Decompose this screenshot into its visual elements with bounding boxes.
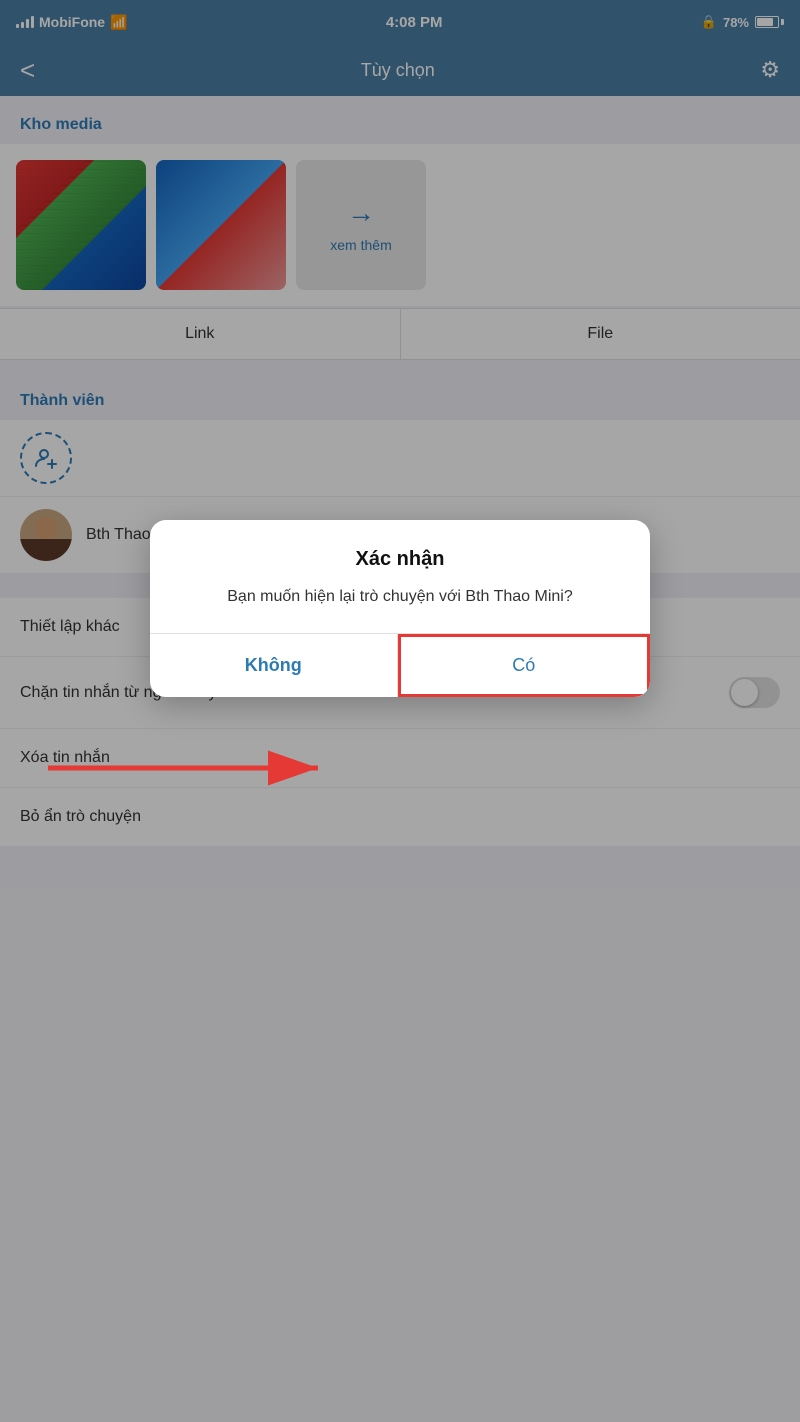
- dialog-confirm-button[interactable]: Có: [398, 634, 651, 697]
- dialog-cancel-button[interactable]: Không: [150, 634, 398, 697]
- dialog-body: Xác nhận Bạn muốn hiện lại trò chuyện vớ…: [150, 520, 650, 633]
- confirm-dialog: Xác nhận Bạn muốn hiện lại trò chuyện vớ…: [150, 520, 650, 697]
- dialog-buttons: Không Có: [150, 633, 650, 697]
- dialog-title: Xác nhận: [182, 548, 618, 571]
- dialog-message: Bạn muốn hiện lại trò chuyện với Bth Tha…: [182, 585, 618, 609]
- red-arrow-annotation: [28, 738, 348, 798]
- dialog-overlay: Xác nhận Bạn muốn hiện lại trò chuyện vớ…: [0, 0, 800, 1422]
